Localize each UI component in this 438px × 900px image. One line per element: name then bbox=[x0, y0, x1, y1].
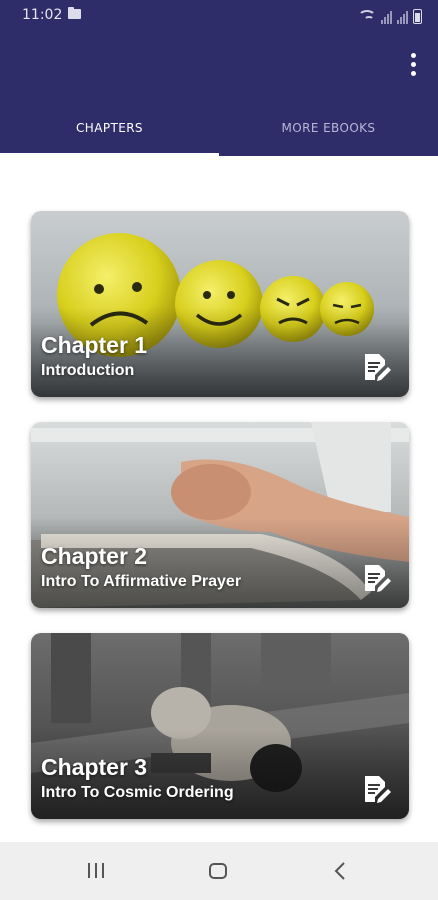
tab-more-ebooks[interactable]: MORE EBOOKS bbox=[219, 112, 438, 156]
system-nav-bar bbox=[0, 842, 438, 900]
battery-icon bbox=[413, 9, 422, 24]
app-screen: 11:02 CHAPTERS MORE EBOOKS Chapter 1 Int… bbox=[0, 0, 438, 900]
chapter-card-1[interactable]: Chapter 1 Introduction bbox=[31, 211, 409, 397]
back-icon[interactable] bbox=[320, 856, 360, 886]
recents-icon[interactable] bbox=[76, 856, 116, 886]
chapter-subtitle: Intro To Cosmic Ordering bbox=[41, 784, 234, 801]
app-bar: CHAPTERS MORE EBOOKS bbox=[0, 30, 438, 156]
chapter-title: Chapter 1 bbox=[41, 332, 148, 358]
chapter-list: Chapter 1 Introduction Chapter 2 Intro T… bbox=[0, 156, 438, 842]
wifi-icon bbox=[358, 10, 376, 24]
chapter-card-3[interactable]: Chapter 3 Intro To Cosmic Ordering bbox=[31, 633, 409, 819]
chapter-subtitle: Introduction bbox=[41, 362, 135, 379]
chapter-subtitle: Intro To Affirmative Prayer bbox=[41, 573, 242, 590]
read-note-icon[interactable] bbox=[361, 562, 393, 594]
status-icons bbox=[358, 6, 422, 24]
home-icon[interactable] bbox=[198, 856, 238, 886]
read-note-icon[interactable] bbox=[361, 773, 393, 805]
chapter-title: Chapter 3 bbox=[41, 754, 148, 780]
read-note-icon[interactable] bbox=[361, 351, 393, 383]
tab-chapters[interactable]: CHAPTERS bbox=[0, 112, 219, 156]
status-bar: 11:02 bbox=[0, 0, 438, 30]
tab-bar: CHAPTERS MORE EBOOKS bbox=[0, 112, 438, 156]
signal-icon bbox=[381, 11, 392, 24]
signal-icon bbox=[397, 11, 408, 24]
chapter-title: Chapter 2 bbox=[41, 543, 148, 569]
status-time: 11:02 bbox=[22, 7, 63, 23]
folder-icon bbox=[68, 7, 81, 19]
chapter-card-2[interactable]: Chapter 2 Intro To Affirmative Prayer bbox=[31, 422, 409, 608]
more-vert-icon[interactable] bbox=[404, 50, 422, 78]
